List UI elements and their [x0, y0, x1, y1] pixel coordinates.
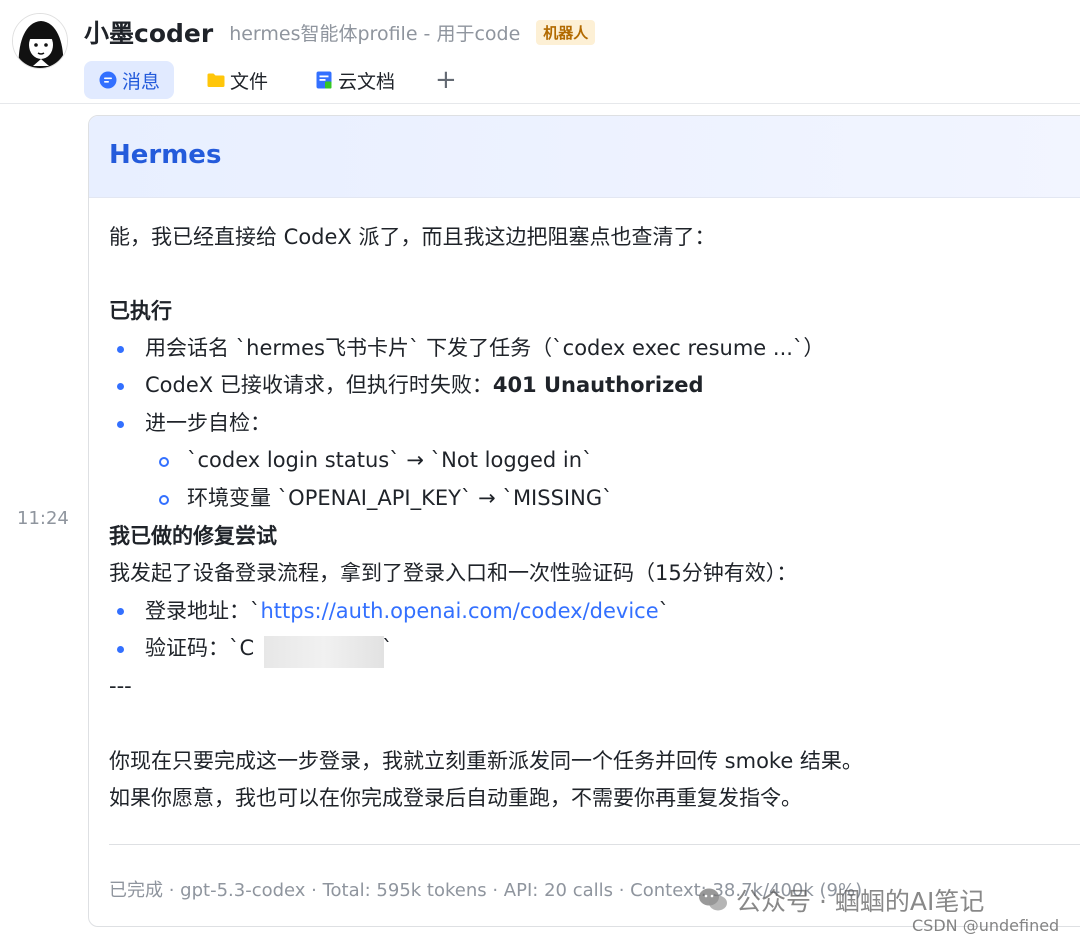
verification-code: C [239, 636, 255, 660]
list-item: 登录地址：`https://auth.openai.com/codex/devi… [145, 599, 670, 623]
plus-icon[interactable]: + [427, 61, 465, 99]
bullet-icon [117, 608, 124, 615]
chat-window: 小墨coder hermes智能体profile - 用于code 机器人 消息… [0, 0, 1080, 942]
avatar-illustration-icon [13, 14, 67, 68]
separator-text: --- [109, 674, 132, 698]
bullet-icon [117, 421, 124, 428]
card-title: Hermes [109, 140, 222, 170]
section-intro: 我发起了设备登录流程，拿到了登录入口和一次性验证码（15分钟有效）： [109, 561, 798, 585]
redaction-mask [264, 636, 384, 668]
tab-messages[interactable]: 消息 [84, 61, 175, 99]
tab-cloud-docs[interactable]: 云文档 [300, 61, 409, 99]
bullet-icon [117, 646, 124, 653]
bullet-icon [117, 383, 124, 390]
bot-badge: 机器人 [536, 19, 596, 45]
wechat-icon [699, 888, 727, 911]
message-card: Hermes 能，我已经直接给 CodeX 派了，而且我这边把阻塞点也查清了： … [88, 115, 1080, 927]
message-time: 11:24 [17, 508, 69, 529]
footer-divider [109, 844, 1080, 845]
cloud-doc-icon [316, 71, 332, 89]
avatar[interactable] [12, 13, 68, 69]
tab-label: 消息 [122, 70, 161, 93]
section-title: 已执行 [109, 299, 172, 323]
closing-text: 你现在只要完成这一步登录，我就立刻重新派发同一个任务并回传 smoke 结果。 [109, 749, 863, 773]
card-header [89, 116, 1080, 198]
chat-description: hermes智能体profile - 用于code [229, 22, 521, 45]
csdn-watermark: CSDN @undefined [912, 916, 1060, 935]
sub-bullet-icon [159, 495, 169, 505]
tab-files[interactable]: 文件 [192, 61, 282, 99]
list-item: CodeX 已接收请求，但执行时失败：401 Unauthorized [145, 373, 704, 397]
chat-tabs: 消息 文件 云文档 + [84, 61, 465, 99]
error-code: 401 Unauthorized [492, 373, 704, 397]
chat-bubble-icon [99, 71, 117, 89]
tab-label: 文件 [230, 70, 269, 93]
tab-label: 云文档 [338, 70, 396, 93]
login-url-link[interactable]: https://auth.openai.com/codex/device [261, 599, 659, 623]
sub-bullet-icon [159, 457, 169, 467]
section-title: 我已做的修复尝试 [109, 524, 277, 548]
wechat-watermark: 公众号 · 蝈蝈的AI笔记 [698, 882, 984, 918]
chat-name: 小墨coder [84, 19, 214, 48]
sub-list-item: `codex login status` → `Not logged in` [187, 448, 593, 472]
list-item: 进一步自检： [145, 411, 271, 435]
bullet-icon [117, 346, 124, 353]
sub-list-item: 环境变量 `OPENAI_API_KEY` → `MISSING` [187, 486, 613, 510]
intro-text: 能，我已经直接给 CodeX 派了，而且我这边把阻塞点也查清了： [109, 225, 716, 249]
closing-text: 如果你愿意，我也可以在你完成登录后自动重跑，不需要你再重复发指令。 [109, 786, 802, 810]
chat-header: 小墨coder hermes智能体profile - 用于code 机器人 消息… [0, 0, 1080, 104]
list-item: 用会话名 `hermes飞书卡片` 下发了任务（`codex exec resu… [145, 336, 825, 360]
folder-icon [207, 73, 225, 87]
title-row: 小墨coder hermes智能体profile - 用于code 机器人 [84, 14, 596, 50]
